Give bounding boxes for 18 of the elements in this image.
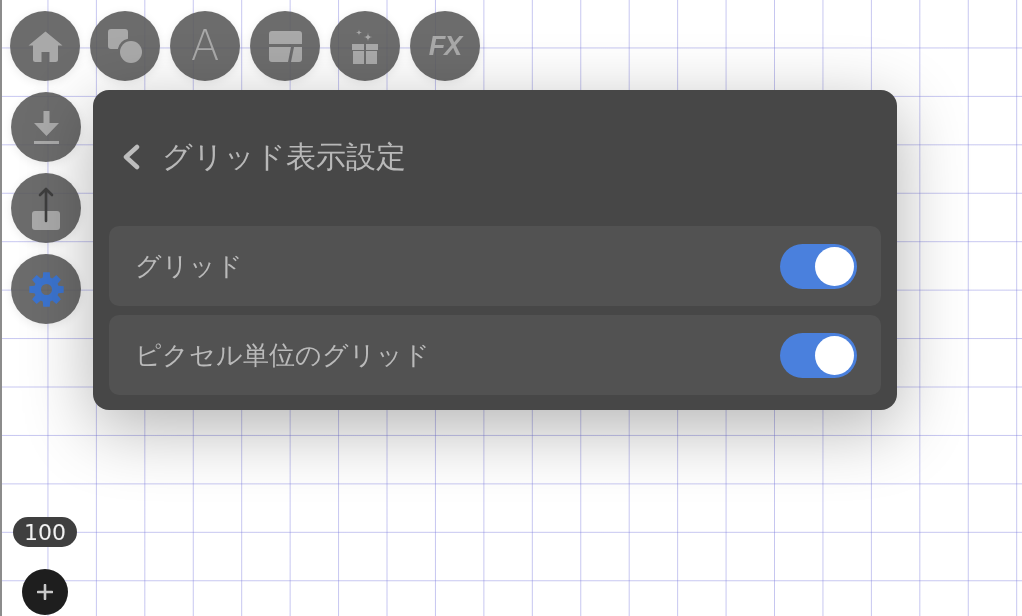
home-icon xyxy=(27,30,63,62)
shapes-icon xyxy=(108,29,142,63)
download-icon xyxy=(33,110,59,144)
setting-label: ピクセル単位のグリッド xyxy=(135,338,430,372)
text-tool-button[interactable]: A xyxy=(170,11,240,81)
add-button[interactable] xyxy=(22,569,68,615)
settings-icon xyxy=(28,271,64,307)
chevron-left-icon[interactable] xyxy=(122,144,140,170)
plus-icon xyxy=(37,584,53,600)
toggle-switch[interactable] xyxy=(780,243,857,289)
share-icon xyxy=(32,186,60,230)
effects-button[interactable]: FX xyxy=(410,11,480,81)
toggle-switch[interactable] xyxy=(780,332,857,378)
panel-title: グリッド表示設定 xyxy=(162,137,406,176)
gift-icon xyxy=(352,28,378,64)
layout-icon xyxy=(268,30,302,62)
zoom-level-badge[interactable]: 100 xyxy=(13,517,77,547)
setting-label: グリッド xyxy=(135,249,243,283)
